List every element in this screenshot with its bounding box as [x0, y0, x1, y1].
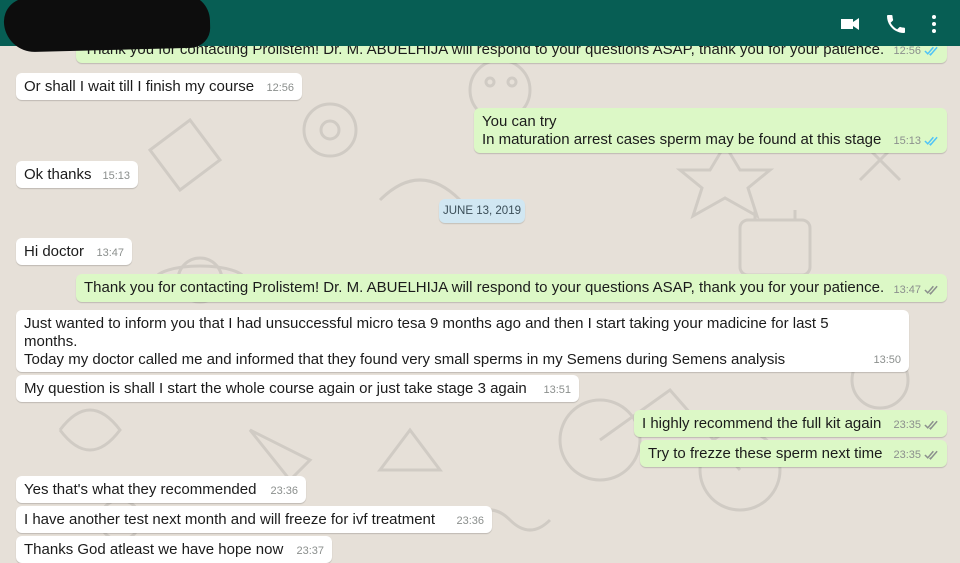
message-incoming[interactable]: Hi doctor 13:47: [16, 238, 132, 265]
message-time: 15:13: [893, 135, 921, 147]
message-meta: 23:35: [893, 416, 939, 434]
message-incoming[interactable]: I have another test next month and will …: [16, 506, 492, 533]
message-incoming[interactable]: Yes that's what they recommended 23:36: [16, 476, 306, 503]
message-incoming[interactable]: My question is shall I start the whole c…: [16, 375, 579, 402]
message-time: 13:47: [893, 284, 921, 296]
read-ticks-icon: [924, 420, 939, 430]
message-text: I highly recommend the full kit again: [642, 415, 882, 432]
message-text: Hi doctor: [24, 243, 85, 260]
message-text: I have another test next month and will …: [24, 511, 436, 528]
read-ticks-icon: [924, 46, 939, 56]
message-meta: 13:47: [893, 281, 939, 299]
more-options-icon[interactable]: [922, 12, 946, 36]
message-text-line: You can try: [482, 113, 557, 130]
message-time: 23:36: [270, 485, 298, 497]
message-time: 13:51: [543, 384, 571, 396]
message-time: 15:13: [102, 170, 130, 182]
message-meta: 23:35: [893, 446, 939, 464]
message-meta: 23:37: [296, 542, 324, 560]
message-text-line: Today my doctor called me and informed t…: [24, 351, 786, 368]
message-text: Try to frezze these sperm next time: [648, 445, 883, 462]
read-ticks-icon: [924, 285, 939, 295]
message-time: 12:56: [266, 82, 294, 94]
redacted-contact-area: [3, 0, 211, 53]
message-meta: 15:13: [893, 132, 939, 150]
message-time: 23:35: [893, 449, 921, 461]
message-outgoing[interactable]: You can try In maturation arrest cases s…: [474, 108, 947, 153]
message-meta: 15:13: [102, 167, 130, 185]
message-incoming[interactable]: Just wanted to inform you that I had uns…: [16, 310, 909, 372]
video-call-icon[interactable]: [838, 12, 862, 36]
message-time: 13:47: [96, 247, 124, 259]
message-meta: 23:36: [270, 482, 298, 500]
message-time: 23:35: [893, 419, 921, 431]
message-text: Or shall I wait till I finish my course: [24, 78, 255, 95]
message-incoming[interactable]: Or shall I wait till I finish my course …: [16, 73, 302, 100]
message-time: 23:37: [296, 545, 324, 557]
message-text: Thanks God atleast we have hope now: [24, 541, 284, 558]
message-text: My question is shall I start the whole c…: [24, 380, 527, 397]
phone-icon[interactable]: [884, 12, 908, 36]
message-text-line: Just wanted to inform you that I had uns…: [24, 315, 829, 332]
message-text-line: months.: [24, 333, 78, 350]
read-ticks-icon: [924, 450, 939, 460]
message-meta: 12:56: [266, 79, 294, 97]
message-meta: 13:51: [543, 381, 571, 399]
read-ticks-icon: [924, 136, 939, 146]
message-text: Yes that's what they recommended: [24, 481, 257, 498]
message-outgoing[interactable]: Try to frezze these sperm next time 23:3…: [640, 440, 947, 467]
message-outgoing[interactable]: Thank you for contacting Prolistem! Dr. …: [76, 274, 947, 302]
message-outgoing[interactable]: I highly recommend the full kit again 23…: [634, 410, 947, 437]
message-time: 23:36: [456, 515, 484, 527]
message-text: Ok thanks: [24, 166, 92, 183]
message-text-line: In maturation arrest cases sperm may be …: [482, 131, 882, 148]
message-meta: 23:36: [456, 512, 484, 530]
message-text: Thank you for contacting Prolistem! Dr. …: [84, 279, 885, 296]
date-separator: JUNE 13, 2019: [439, 199, 525, 223]
message-incoming[interactable]: Thanks God atleast we have hope now 23:3…: [16, 536, 332, 563]
chat-header: [0, 0, 960, 53]
message-incoming[interactable]: Ok thanks 15:13: [16, 161, 138, 188]
message-meta: 13:47: [96, 244, 124, 262]
message-meta: 13:50: [873, 351, 901, 369]
message-time: 13:50: [873, 354, 901, 366]
